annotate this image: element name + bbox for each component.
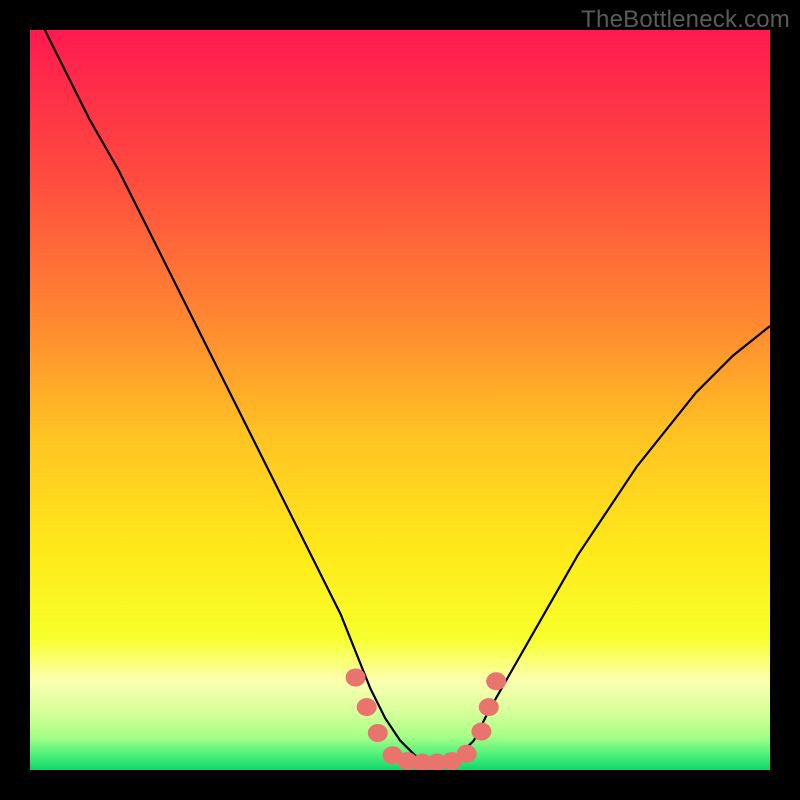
data-marker	[346, 669, 366, 687]
gradient-background	[30, 30, 770, 770]
data-marker	[486, 672, 506, 690]
data-marker	[368, 724, 388, 742]
data-marker	[479, 698, 499, 716]
chart-frame: TheBottleneck.com	[0, 0, 800, 800]
data-marker	[471, 723, 491, 741]
watermark-text: TheBottleneck.com	[581, 6, 790, 34]
bottleneck-chart	[30, 30, 770, 770]
data-marker	[357, 698, 377, 716]
data-marker	[457, 745, 477, 763]
plot-area	[30, 30, 770, 770]
